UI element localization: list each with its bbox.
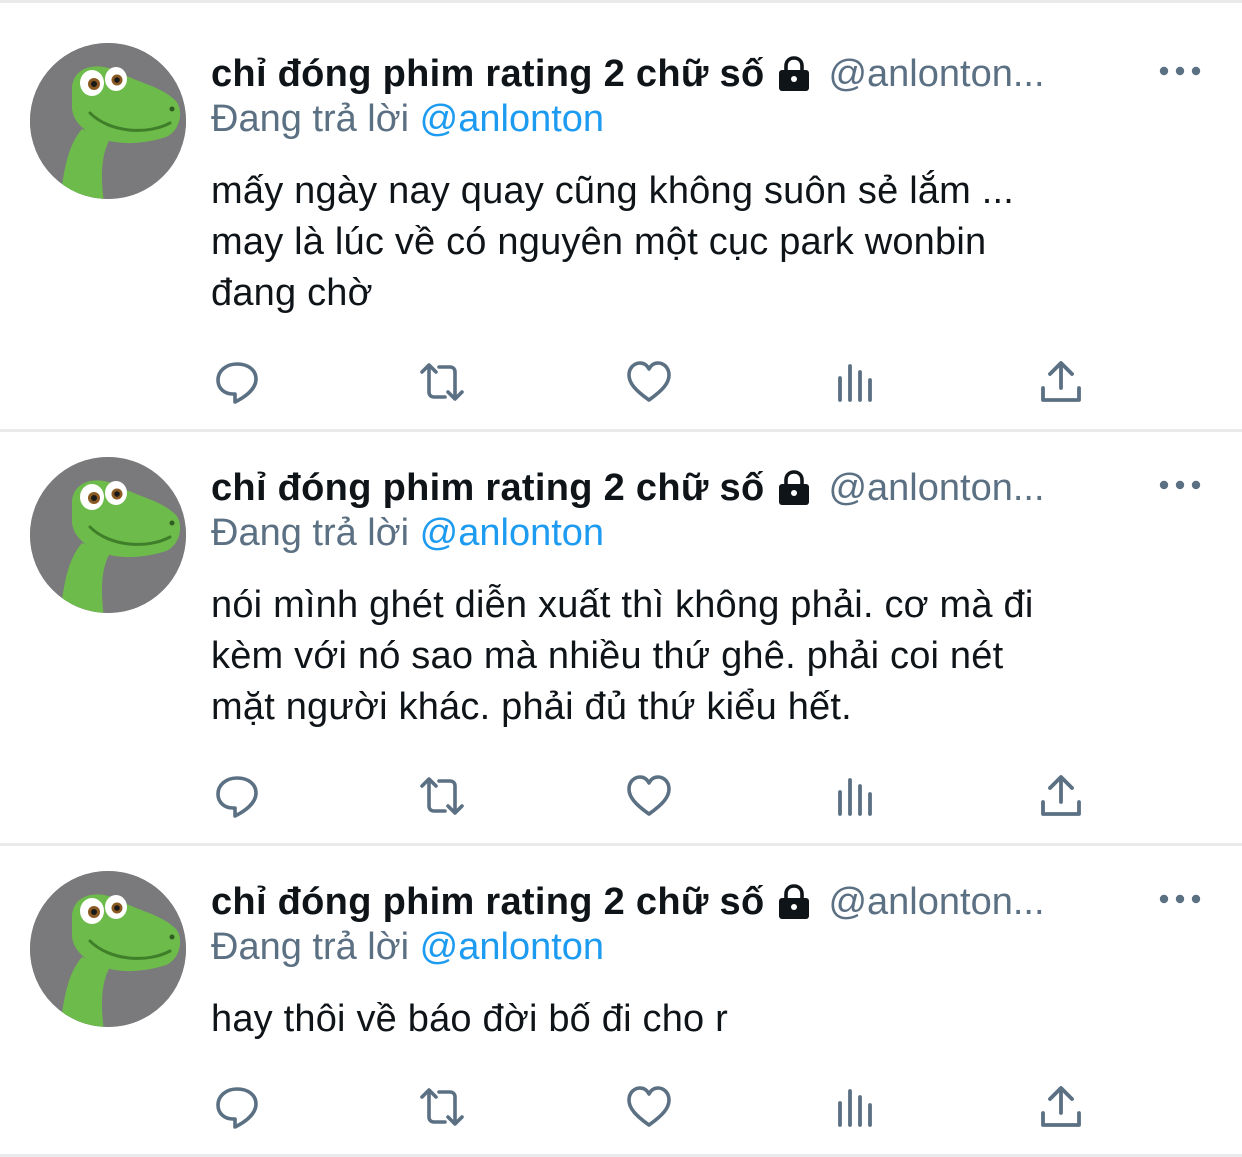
avatar[interactable] bbox=[30, 871, 186, 1027]
lock-icon bbox=[774, 882, 814, 922]
user-handle[interactable]: @anlonton... bbox=[828, 467, 1044, 510]
reply-icon[interactable] bbox=[213, 358, 261, 406]
mention-link[interactable]: @anlonton bbox=[420, 98, 604, 140]
reply-icon[interactable] bbox=[213, 1083, 261, 1131]
mention-link[interactable]: @anlonton bbox=[420, 512, 604, 554]
tweet-text-line: mặt người khác. phải đủ thứ kiểu hết. bbox=[211, 686, 852, 728]
display-name[interactable]: chỉ đóng phim rating 2 chữ số bbox=[211, 467, 764, 510]
tweet-text-line: hay thôi về báo đời bố đi cho r bbox=[211, 998, 728, 1040]
avatar[interactable] bbox=[30, 43, 186, 199]
tweet-divider bbox=[0, 429, 1242, 432]
analytics-icon[interactable] bbox=[832, 358, 880, 406]
replying-to-label: Đang trả lời bbox=[211, 512, 410, 554]
display-name[interactable]: chỉ đóng phim rating 2 chữ số bbox=[211, 53, 764, 96]
reply-icon[interactable] bbox=[213, 772, 261, 820]
tweet-timeline: chỉ đóng phim rating 2 chữ số @anlonton.… bbox=[0, 0, 1242, 1157]
tweet-text: nói mình ghét diễn xuất thì không phải. … bbox=[211, 580, 1191, 733]
replying-to: Đang trả lời @anlonton bbox=[211, 512, 604, 555]
like-icon[interactable] bbox=[625, 772, 673, 820]
top-divider bbox=[0, 0, 1242, 3]
retweet-icon[interactable] bbox=[418, 772, 466, 820]
retweet-icon[interactable] bbox=[418, 1083, 466, 1131]
tweet-text: mấy ngày nay quay cũng không suôn sẻ lắm… bbox=[211, 166, 1191, 319]
replying-to-label: Đang trả lời bbox=[211, 926, 410, 968]
more-options-icon[interactable] bbox=[1158, 475, 1202, 495]
tweet-header: chỉ đóng phim rating 2 chữ số @anlonton.… bbox=[211, 46, 1151, 102]
tweet-text-line: nói mình ghét diễn xuất thì không phải. … bbox=[211, 584, 1034, 626]
replying-to: Đang trả lời @anlonton bbox=[211, 926, 604, 969]
share-icon[interactable] bbox=[1037, 358, 1085, 406]
tweet-header: chỉ đóng phim rating 2 chữ số @anlonton.… bbox=[211, 460, 1151, 516]
share-icon[interactable] bbox=[1037, 1083, 1085, 1131]
analytics-icon[interactable] bbox=[832, 772, 880, 820]
avatar[interactable] bbox=[30, 457, 186, 613]
user-handle[interactable]: @anlonton... bbox=[828, 53, 1044, 96]
more-options-icon[interactable] bbox=[1158, 61, 1202, 81]
retweet-icon[interactable] bbox=[418, 358, 466, 406]
lock-icon bbox=[774, 54, 814, 94]
replying-to: Đang trả lời @anlonton bbox=[211, 98, 604, 141]
tweet-text-line: đang chờ bbox=[211, 272, 373, 314]
like-icon[interactable] bbox=[625, 1083, 673, 1131]
tweet-text-line: may là lúc về có nguyên một cục park won… bbox=[211, 221, 987, 263]
tweet-text-line: mấy ngày nay quay cũng không suôn sẻ lắm… bbox=[211, 170, 1015, 212]
lock-icon bbox=[774, 468, 814, 508]
more-options-icon[interactable] bbox=[1158, 889, 1202, 909]
tweet-divider bbox=[0, 843, 1242, 846]
tweet-header: chỉ đóng phim rating 2 chữ số @anlonton.… bbox=[211, 874, 1151, 930]
like-icon[interactable] bbox=[625, 358, 673, 406]
mention-link[interactable]: @anlonton bbox=[420, 926, 604, 968]
replying-to-label: Đang trả lời bbox=[211, 98, 410, 140]
display-name[interactable]: chỉ đóng phim rating 2 chữ số bbox=[211, 881, 764, 924]
user-handle[interactable]: @anlonton... bbox=[828, 881, 1044, 924]
analytics-icon[interactable] bbox=[832, 1083, 880, 1131]
tweet-text: hay thôi về báo đời bố đi cho r bbox=[211, 994, 1191, 1045]
tweet-text-line: kèm với nó sao mà nhiều thứ ghê. phải co… bbox=[211, 635, 1004, 677]
share-icon[interactable] bbox=[1037, 772, 1085, 820]
